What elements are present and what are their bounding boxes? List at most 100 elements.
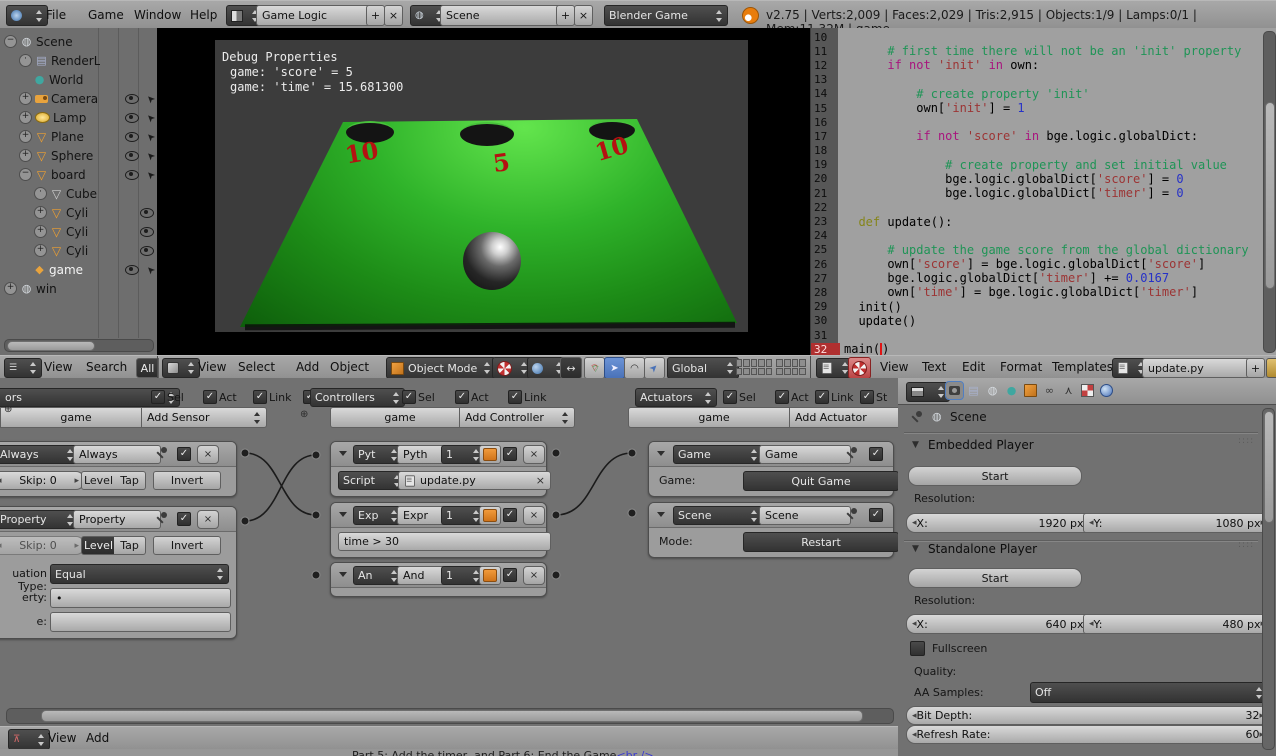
controller-brick-python[interactable]: Pyt Pyth 1 ✓ × Script update.py ×: [330, 441, 547, 497]
code-line-24[interactable]: 24: [811, 229, 1251, 243]
sensor-property-tap-button[interactable]: Tap: [114, 536, 146, 555]
sensors-filter-link-checkbox[interactable]: ✓: [253, 390, 267, 404]
logic-menu-add[interactable]: Add: [86, 731, 109, 745]
logic-editor[interactable]: ors ✓ Sel ✓ Act ✓ Link ✓ State game Add …: [0, 378, 899, 756]
code-line-28[interactable]: 28 own['time'] = bge.logic.globalDict['t…: [811, 285, 1251, 299]
code-line-15[interactable]: 15 own['init'] = 1: [811, 101, 1251, 115]
code-line-26[interactable]: 26 own['score'] = bge.logic.globalDict['…: [811, 257, 1251, 271]
visibility-eye-icon[interactable]: [140, 208, 154, 218]
close-layout-button[interactable]: ×: [384, 5, 403, 26]
visibility-eye-icon[interactable]: [125, 94, 139, 104]
code-line-16[interactable]: 16: [811, 115, 1251, 129]
manipulator-toggle-button[interactable]: ↔: [560, 357, 582, 379]
actuators-filter-link-checkbox[interactable]: ✓: [815, 390, 829, 404]
pin-icon[interactable]: [845, 507, 859, 521]
visibility-eye-icon[interactable]: [140, 246, 154, 256]
sensors-filter-sel-checkbox[interactable]: ✓: [151, 390, 165, 404]
outliner-row-camera[interactable]: +Camera➤: [0, 89, 158, 108]
code-line-12[interactable]: 12 if not 'init' in own:: [811, 58, 1251, 72]
text-name-field[interactable]: update.py: [1142, 358, 1256, 378]
panel-grip[interactable]: ::::: [1238, 540, 1254, 550]
manipulator-scale-button[interactable]: ➤: [644, 357, 665, 379]
selectable-pointer-icon[interactable]: ➤: [144, 130, 158, 144]
visibility-eye-icon[interactable]: [125, 132, 139, 142]
text-menu-view[interactable]: View: [880, 360, 908, 374]
outliner-row-renderl[interactable]: ·RenderL: [0, 51, 158, 70]
view3d-menu-view[interactable]: View: [198, 360, 226, 374]
text-menu-text[interactable]: Text: [922, 360, 946, 374]
tab-texture[interactable]: [1079, 382, 1096, 399]
actuator-game-mode-dropdown[interactable]: Quit Game: [743, 471, 899, 491]
code-line-17[interactable]: 17 if not 'score' in bge.logic.globalDic…: [811, 129, 1251, 143]
tab-constraints[interactable]: ∞: [1041, 382, 1058, 399]
orientation-dropdown[interactable]: Global: [667, 357, 739, 379]
outliner-item-label[interactable]: Cube: [66, 187, 97, 201]
controller-and-delete-button[interactable]: ×: [523, 566, 545, 585]
sensor-always-skip-stepper[interactable]: ◂Skip: 0▸: [0, 471, 85, 490]
outliner-item-label[interactable]: board: [51, 168, 86, 182]
scene-name-field[interactable]: Scene: [440, 5, 566, 26]
code-line-23[interactable]: 23 def update():: [811, 214, 1251, 228]
actuators-filter-state-checkbox[interactable]: ✓: [860, 390, 874, 404]
tab-object[interactable]: [1022, 382, 1039, 399]
pin-icon[interactable]: [155, 511, 169, 525]
aa-samples-dropdown[interactable]: Off: [1030, 682, 1268, 703]
close-scene-button[interactable]: ×: [574, 5, 593, 26]
sensor-property-delete-button[interactable]: ×: [197, 510, 219, 529]
selectable-pointer-icon[interactable]: ➤: [144, 263, 158, 277]
outliner-item-label[interactable]: game: [49, 263, 83, 277]
collapse-triangle[interactable]: [339, 572, 347, 577]
tab-render[interactable]: [946, 382, 963, 399]
screen-layout-name-field[interactable]: Game Logic: [256, 5, 376, 26]
embedded-start-button[interactable]: Start: [908, 466, 1082, 486]
sensor-always-type-dropdown[interactable]: Always: [0, 445, 79, 464]
editor-type-logic-dropdown[interactable]: ⊼: [8, 729, 50, 750]
evaluation-type-dropdown[interactable]: Equal: [50, 564, 229, 584]
code-line-27[interactable]: 27 bge.logic.globalDict['timer'] += 0.01…: [811, 271, 1251, 285]
pin-icon[interactable]: [155, 446, 169, 460]
sensor-brick-property[interactable]: Property Property ✓ × ◂Skip: 0▸ Level Ta…: [0, 506, 237, 639]
controller-expression-mark-button[interactable]: [479, 506, 501, 525]
selectable-pointer-icon[interactable]: ➤: [144, 111, 158, 125]
expand-toggle[interactable]: +: [4, 282, 17, 295]
logic-menu-view[interactable]: View: [48, 731, 76, 745]
actuator-brick-scene[interactable]: Scene Scene ✓ Mode: Restart: [648, 502, 894, 558]
sensor-always-delete-button[interactable]: ×: [197, 445, 219, 464]
outliner-row-scene[interactable]: −Scene: [0, 32, 158, 51]
controller-expression-type-dropdown[interactable]: Exp: [353, 506, 403, 525]
code-line-21[interactable]: 21 bge.logic.globalDict['timer'] = 0: [811, 186, 1251, 200]
controller-and-enable-checkbox[interactable]: ✓: [503, 568, 517, 582]
embedded-resolution-x-stepper[interactable]: ◂X:1920 px▸: [906, 513, 1094, 533]
tab-world[interactable]: ●: [1003, 382, 1020, 399]
collapse-triangle[interactable]: [339, 451, 347, 456]
pin-icon[interactable]: [910, 410, 924, 424]
controller-python-mark-button[interactable]: [479, 445, 501, 464]
controller-python-type-dropdown[interactable]: Pyt: [353, 445, 403, 464]
actuator-game-name-field[interactable]: Game: [759, 445, 851, 464]
outliner-item-label[interactable]: Cyli: [66, 244, 88, 258]
sensors-filter-act-checkbox[interactable]: ✓: [203, 390, 217, 404]
visibility-eye-icon[interactable]: [125, 113, 139, 123]
controller-brick-and[interactable]: An And 1 ✓ ×: [330, 562, 547, 597]
outliner-menu-view[interactable]: View: [44, 360, 72, 374]
layers-grid[interactable]: [736, 359, 772, 375]
code-line-10[interactable]: 10: [811, 30, 1251, 44]
add-layout-button[interactable]: +: [366, 5, 385, 26]
outliner-item-label[interactable]: Cyli: [66, 206, 88, 220]
outliner-row-game[interactable]: game ➤: [0, 260, 158, 279]
outliner-filter-all-button[interactable]: All: [136, 358, 159, 378]
expand-toggle[interactable]: +: [19, 92, 32, 105]
sensor-always-level-button[interactable]: Level: [81, 471, 116, 490]
properties-vscrollbar[interactable]: [1262, 408, 1275, 750]
selectable-pointer-icon[interactable]: ➤: [144, 92, 158, 106]
view3d-menu-select[interactable]: Select: [238, 360, 275, 374]
sensor-property-invert-button[interactable]: Invert: [153, 536, 221, 555]
sensor-property-skip-stepper[interactable]: ◂Skip: 0▸: [0, 536, 85, 555]
outliner-item-label[interactable]: Cyli: [66, 225, 88, 239]
code-line-20[interactable]: 20 bge.logic.globalDict['score'] = 0: [811, 172, 1251, 186]
add-sensor-dropdown[interactable]: Add Sensor: [141, 407, 267, 428]
script-mode-dropdown[interactable]: Script: [338, 471, 406, 490]
selectable-pointer-icon[interactable]: ➤: [144, 149, 158, 163]
outliner-item-label[interactable]: win: [36, 282, 57, 296]
value-field[interactable]: [50, 612, 231, 632]
